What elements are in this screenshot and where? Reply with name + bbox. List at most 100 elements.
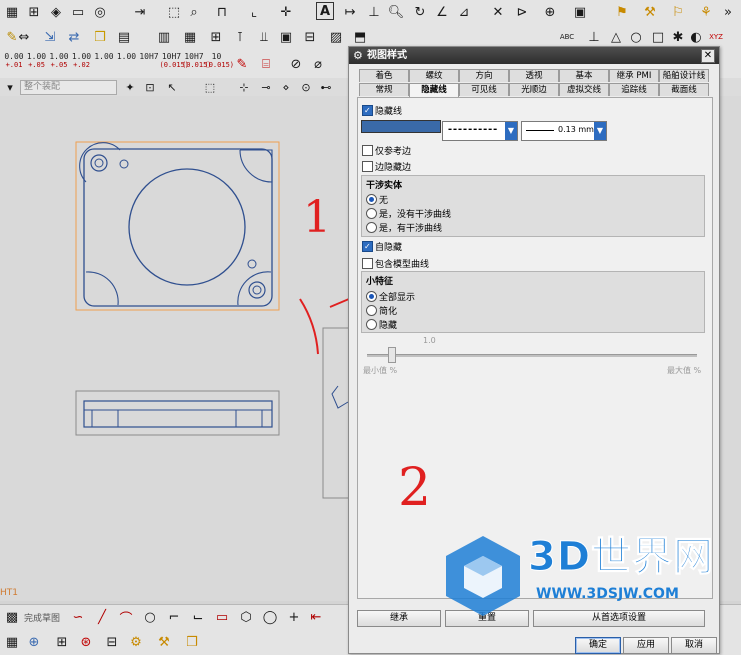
view-icon[interactable]: ⬒ xyxy=(350,27,370,47)
tangent-icon[interactable]: ⊷ xyxy=(316,78,336,96)
line-icon[interactable]: ╱ xyxy=(92,607,112,627)
profile-icon[interactable]: ∽ xyxy=(68,607,88,627)
measure-icon[interactable]: ⚐ xyxy=(668,2,688,22)
edges-hidden-checkbox[interactable] xyxy=(362,161,373,172)
ref-edges-only-checkbox[interactable] xyxy=(362,145,373,156)
dimension-format-button[interactable]: 1.00 xyxy=(92,52,116,78)
eraser-icon[interactable]: ◈ xyxy=(46,2,66,22)
ok-button[interactable]: 确定 xyxy=(575,637,621,654)
small-feature-radio-3[interactable] xyxy=(366,319,377,330)
fork-icon[interactable]: ⚘ xyxy=(696,2,716,22)
chamfer-icon[interactable]: ⌙ xyxy=(188,607,208,627)
dimension-format-button[interactable]: 10H7 xyxy=(137,52,161,78)
chevron-down-icon[interactable]: ▼ xyxy=(505,122,517,140)
rectangle-icon[interactable]: ▭ xyxy=(212,607,232,627)
baseline-icon[interactable]: ⊥ xyxy=(584,27,604,47)
pin-icon[interactable]: ⊺ xyxy=(230,27,250,47)
xyz-axis-icon[interactable]: XYZ xyxy=(706,27,726,47)
polygon-icon[interactable]: ⬡ xyxy=(236,607,256,627)
arc-icon[interactable]: ⌒ xyxy=(116,607,136,627)
flag-icon[interactable]: ⚑ xyxy=(612,2,632,22)
tab-5[interactable]: 虚拟交线 xyxy=(559,83,609,96)
dimension-format-button[interactable]: 1.00 +.02 xyxy=(70,52,94,78)
include-model-curves-checkbox[interactable] xyxy=(362,258,373,269)
table-icon[interactable]: ▦ xyxy=(180,27,200,47)
chevron-down-icon[interactable]: ▼ xyxy=(594,122,606,140)
dropdown-arrow-icon[interactable]: ▾ xyxy=(0,78,20,96)
interference-radio-3[interactable] xyxy=(366,222,377,233)
coordinate-icon[interactable]: ⊥ xyxy=(364,2,384,22)
break-view-icon[interactable]: ⚙ xyxy=(126,632,146,652)
square-icon[interactable]: □ xyxy=(648,27,668,47)
apply-button[interactable]: 应用 xyxy=(623,637,669,654)
layout-bottom-icon[interactable]: ▦ xyxy=(2,632,22,652)
filter-icon[interactable]: ⊡ xyxy=(140,78,160,96)
arrow-tool-icon[interactable]: ⇥ xyxy=(130,2,150,22)
offset-icon[interactable]: ⇤ xyxy=(306,607,326,627)
diameter-icon[interactable]: ⌀ xyxy=(308,54,328,74)
sketch-icon[interactable]: ▩ xyxy=(2,607,22,627)
interference-radio-2[interactable] xyxy=(366,208,377,219)
grid-table-icon[interactable]: ⊞ xyxy=(206,27,226,47)
tab-4[interactable]: 光顺边 xyxy=(509,83,559,96)
tab-7[interactable]: 船舶设计线 xyxy=(659,69,709,82)
tab-3[interactable]: 可见线 xyxy=(459,83,509,96)
tab-1[interactable]: 着色 xyxy=(359,69,409,82)
interference-radio-1[interactable] xyxy=(366,194,377,205)
center-icon[interactable]: ⊙ xyxy=(296,78,316,96)
ruler-icon[interactable]: ⊳ xyxy=(512,2,532,22)
target-icon[interactable]: ◎ xyxy=(90,2,110,22)
midpoint-icon[interactable]: ⋄ xyxy=(276,78,296,96)
view-style-icon[interactable]: ❒ xyxy=(182,632,202,652)
circle-tool-icon[interactable]: ○ xyxy=(140,607,160,627)
arrows-icon[interactable]: ⇄ xyxy=(64,27,84,47)
abs-icon[interactable]: ▣ xyxy=(276,27,296,47)
triangle-icon[interactable]: △ xyxy=(606,27,626,47)
cancel-button[interactable]: 取消 xyxy=(671,637,717,654)
corner-icon[interactable]: ⌞ xyxy=(244,2,264,22)
wire-icon[interactable]: ⊓ xyxy=(212,2,232,22)
dimension-format-button[interactable]: 1.00 +.05 xyxy=(25,52,49,78)
view-alignment-icon[interactable]: ⚒ xyxy=(154,632,174,652)
add-view-icon[interactable]: ⊕ xyxy=(24,632,44,652)
tool-icon[interactable]: ⚒ xyxy=(640,2,660,22)
no-entry-icon[interactable]: ⊘ xyxy=(286,54,306,74)
select-icon[interactable]: ⬚ xyxy=(164,2,184,22)
selection-filter-combo[interactable]: 整个装配 xyxy=(20,80,117,95)
hatch-icon[interactable]: ▨ xyxy=(326,27,346,47)
dimension-format-button[interactable]: 1.00 +.05 xyxy=(47,52,71,78)
frame2-icon[interactable]: ⊟ xyxy=(300,27,320,47)
tab-6[interactable]: 继承 PMI xyxy=(609,69,659,82)
snap-grid-icon[interactable]: ⊹ xyxy=(234,78,254,96)
ruler-icon[interactable]: ⇔ xyxy=(14,27,34,47)
rotate-icon[interactable]: ↻ xyxy=(410,2,430,22)
tab-4[interactable]: 透视 xyxy=(509,69,559,82)
dialog-title-bar[interactable]: ⚙ 视图样式 ✕ xyxy=(349,47,719,64)
dimension-format-button[interactable]: 0.00 +.01 xyxy=(2,52,26,78)
cube-icon[interactable]: ❒ xyxy=(90,27,110,47)
slope-icon[interactable]: ∠ xyxy=(432,2,452,22)
frame-icon[interactable]: ▭ xyxy=(68,2,88,22)
stamp-icon[interactable]: ⌸ xyxy=(256,54,276,74)
line-width-select[interactable]: 0.13 mm ▼ xyxy=(521,121,607,141)
self-hidden-checkbox[interactable] xyxy=(362,241,373,252)
inherit-button[interactable]: 继承 xyxy=(357,610,441,627)
half-circle-icon[interactable]: ◐ xyxy=(686,27,706,47)
star-icon[interactable]: ✱ xyxy=(668,27,688,47)
finish-sketch-label[interactable]: 完成草图 xyxy=(24,611,60,624)
tab-3[interactable]: 方向 xyxy=(459,69,509,82)
small-feature-radio-1[interactable] xyxy=(366,291,377,302)
dimension-icon[interactable]: ⇲ xyxy=(40,27,60,47)
point-icon[interactable]: + xyxy=(284,607,304,627)
line-arrow-icon[interactable]: ↦ xyxy=(340,2,360,22)
sheet-icon[interactable]: ▥ xyxy=(154,27,174,47)
dimension-format-button[interactable]: 10H7 (0.015) xyxy=(160,52,190,78)
axis-icon[interactable]: ⫫ xyxy=(254,27,274,47)
tab-7[interactable]: 截面线 xyxy=(659,83,709,96)
magnifier-icon[interactable]: 🔍︎ xyxy=(386,2,406,22)
text-tool-icon[interactable]: ABC xyxy=(556,27,578,47)
detail-view-icon[interactable]: ⊛ xyxy=(76,632,96,652)
endpoint-icon[interactable]: ⊸ xyxy=(256,78,276,96)
fillet-icon[interactable]: ⌐ xyxy=(164,607,184,627)
snap-icon[interactable]: ⊕ xyxy=(540,2,560,22)
